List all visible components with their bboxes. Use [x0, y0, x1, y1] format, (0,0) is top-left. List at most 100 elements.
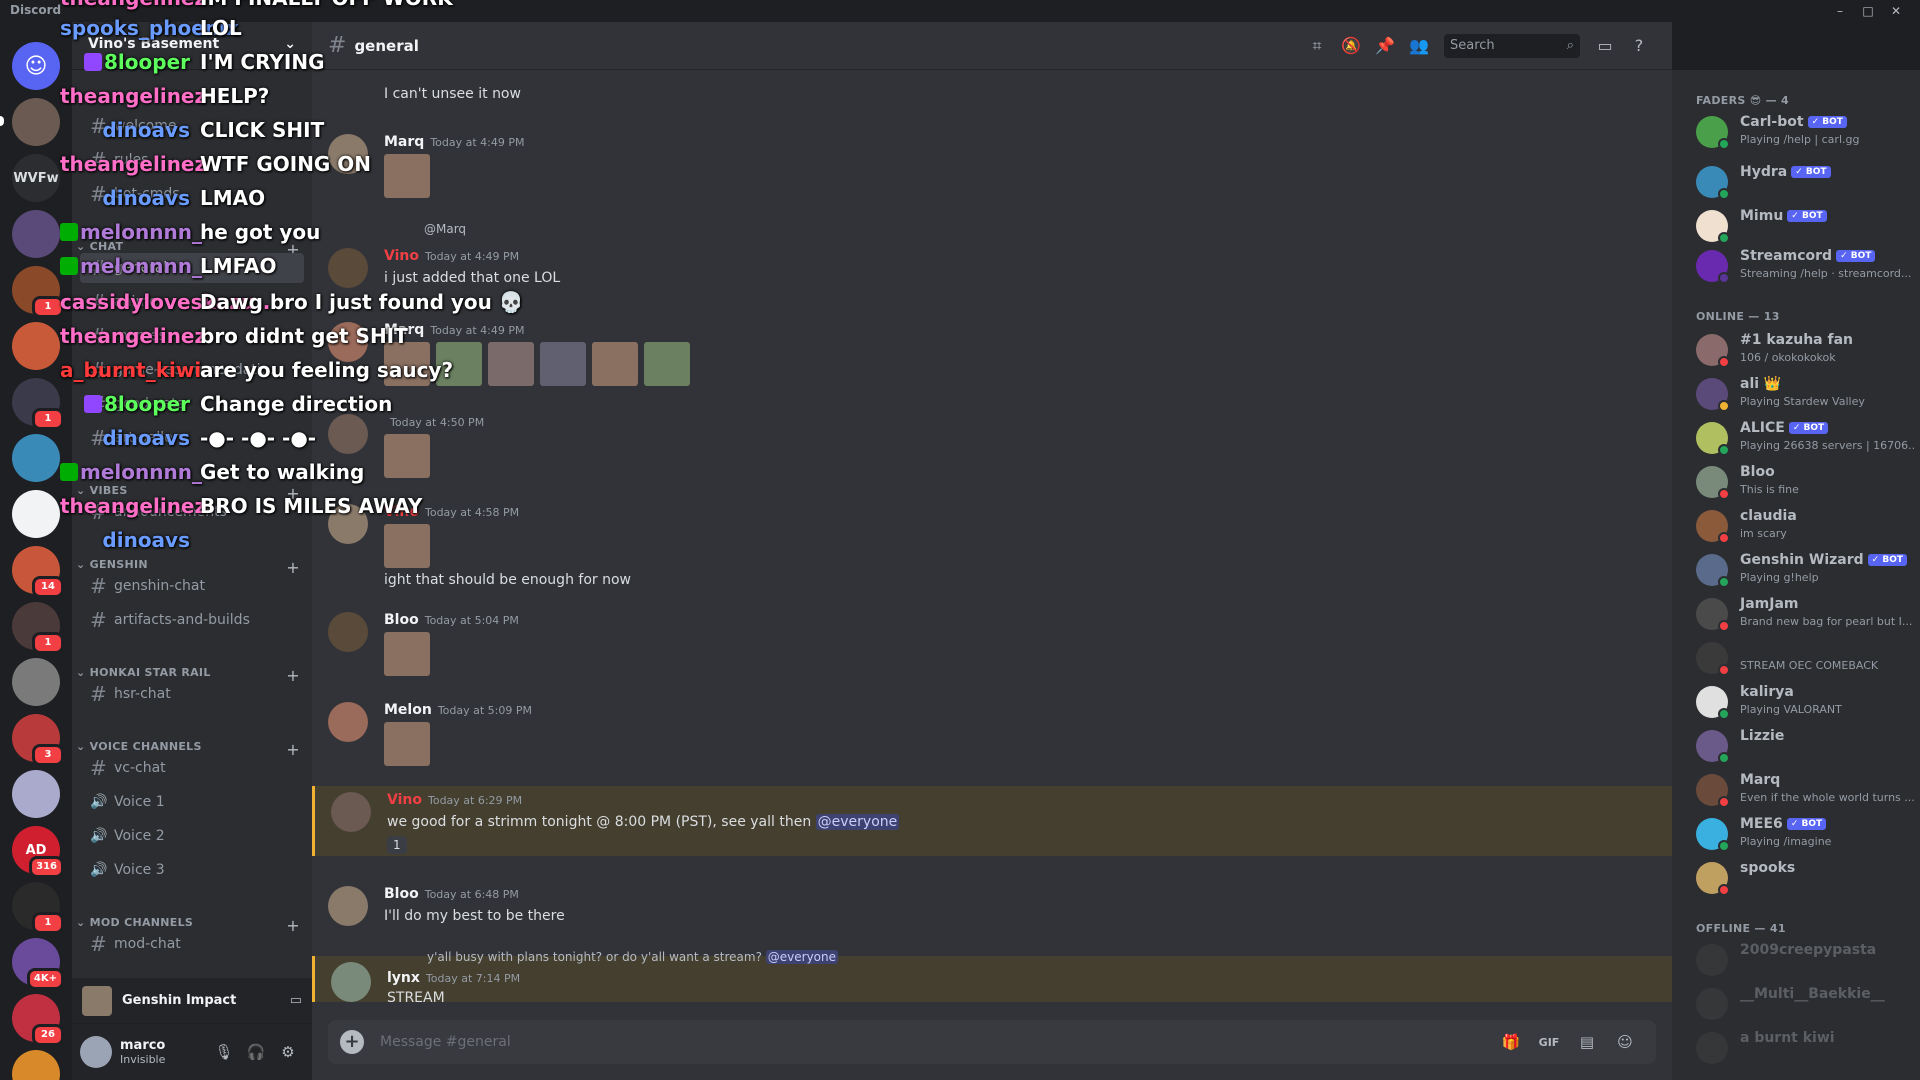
headphones-icon[interactable]: 🎧 — [240, 1043, 272, 1061]
minimize-icon[interactable]: – — [1826, 0, 1854, 22]
avatar[interactable] — [331, 962, 371, 1002]
server-icon[interactable] — [12, 210, 60, 258]
member-section-header: FADERS 😎 — 4 — [1696, 94, 1790, 107]
close-icon[interactable]: ✕ — [1882, 0, 1910, 22]
author-name[interactable]: lynx — [387, 970, 420, 986]
overlay-username-text: theangelinez — [60, 0, 206, 10]
server-icon[interactable] — [12, 658, 60, 706]
server-icon[interactable]: 26 — [12, 994, 64, 1046]
member-name-text: kalirya — [1740, 684, 1794, 700]
avatar[interactable] — [331, 792, 371, 832]
reply-text: y'all busy with plans tonight? or do y'a… — [427, 950, 766, 964]
avatar[interactable] — [328, 702, 368, 742]
channel-hsr-chat[interactable]: # hsr-chat — [80, 679, 304, 709]
image-attachment[interactable] — [644, 342, 690, 386]
gear-icon[interactable]: ⚙ — [272, 1043, 304, 1061]
member-item[interactable]: MEE6 ✓ BOT Playing /imagine — [1696, 814, 1916, 856]
screen-share-icon[interactable]: ▭ — [290, 993, 302, 1008]
gif-icon[interactable]: GIF — [1530, 1036, 1568, 1049]
channel-voice-2[interactable]: 🔊 Voice 2 — [80, 821, 304, 851]
member-item[interactable]: Marq Even if the whole world turns ... — [1696, 770, 1916, 812]
avatar[interactable] — [328, 612, 368, 652]
server-icon[interactable] — [12, 322, 60, 370]
channel-voice-3[interactable]: 🔊 Voice 3 — [80, 855, 304, 885]
status-indicator — [1718, 532, 1730, 544]
chat-message: Vino Today at 4:58 PM — [312, 498, 1672, 568]
member-item[interactable]: __Multi__Baekkie__ — [1696, 984, 1916, 1026]
image-attachment[interactable] — [540, 342, 586, 386]
member-item[interactable]: STREAM OEC COMEBACK — [1696, 638, 1916, 680]
everyone-mention[interactable]: @everyone — [815, 814, 900, 830]
reaction-pill[interactable]: 1 — [387, 836, 407, 854]
channel-genshin-chat[interactable]: # genshin-chat — [80, 571, 304, 601]
channel-name: Voice 3 — [114, 862, 165, 878]
member-item[interactable]: 2009creepypasta — [1696, 940, 1916, 982]
bot-tag: ✓ BOT — [1836, 250, 1876, 262]
message-composer[interactable]: + Message #general 🎁 GIF ▤ ☺ — [328, 1020, 1656, 1064]
server-icon[interactable] — [0, 98, 60, 146]
member-item[interactable]: #1 kazuha fan 106 / okokokokok — [1696, 330, 1916, 372]
member-item[interactable]: ALICE ✓ BOT Playing 26638 servers | 16706.… — [1696, 418, 1916, 460]
member-item[interactable]: ali 👑 Playing Stardew Valley — [1696, 374, 1916, 416]
author-name[interactable]: Vino — [387, 792, 422, 808]
user-badge-icon — [60, 463, 78, 481]
server-icon[interactable] — [12, 490, 60, 538]
image-attachment[interactable] — [384, 722, 430, 766]
reply-preview[interactable]: @Marq — [424, 222, 466, 236]
gift-icon[interactable]: 🎁 — [1492, 1033, 1530, 1051]
sticker-icon[interactable]: ▤ — [1568, 1033, 1606, 1051]
channel-voice-1[interactable]: 🔊 Voice 1 — [80, 787, 304, 817]
channel-name: genshin-chat — [114, 578, 205, 594]
server-icon[interactable]: 1 — [12, 378, 64, 430]
member-item[interactable]: Hydra ✓ BOT — [1696, 162, 1916, 204]
timestamp: Today at 4:49 PM — [430, 136, 525, 149]
member-item[interactable]: Streamcord ✓ BOT Streaming /help · streamc… — [1696, 246, 1916, 288]
author-name[interactable]: Melon — [384, 702, 432, 718]
member-item[interactable]: Genshin Wizard ✓ BOT Playing g!help — [1696, 550, 1916, 592]
channel-vc-chat[interactable]: # vc-chat — [80, 753, 304, 783]
member-item[interactable]: kalirya Playing VALORANT — [1696, 682, 1916, 724]
member-item[interactable]: Bloo This is fine — [1696, 462, 1916, 504]
server-icon[interactable]: 14 — [12, 546, 64, 598]
server-icon[interactable]: 1 — [12, 266, 64, 318]
emoji-icon[interactable]: ☺ — [1606, 1033, 1644, 1051]
timestamp: Today at 5:04 PM — [424, 614, 519, 627]
member-item[interactable]: a burnt kiwi — [1696, 1028, 1916, 1070]
member-item[interactable]: Carl-bot ✓ BOT Playing /help | carl.gg — [1696, 112, 1916, 154]
server-icon[interactable]: ☺ — [12, 42, 60, 90]
member-item[interactable]: Mimu ✓ BOT — [1696, 206, 1916, 248]
overlay-username: theangelinez — [60, 324, 206, 348]
server-icon[interactable]: 3 — [12, 714, 64, 766]
member-item[interactable]: claudia im scary — [1696, 506, 1916, 548]
server-icon[interactable] — [12, 434, 60, 482]
image-attachment[interactable] — [488, 342, 534, 386]
server-icon[interactable] — [12, 1050, 60, 1080]
server-icon[interactable]: 4K+ — [12, 938, 64, 990]
image-attachment[interactable] — [592, 342, 638, 386]
channel-artifacts-and-builds[interactable]: # artifacts-and-builds — [80, 605, 304, 635]
everyone-mention[interactable]: @everyone — [765, 950, 839, 964]
channel-mod-chat[interactable]: # mod-chat — [80, 929, 304, 959]
overlay-message: CLICK SHIT — [200, 118, 325, 142]
server-icon[interactable]: 1 — [12, 602, 64, 654]
server-icon[interactable] — [12, 770, 60, 818]
avatar[interactable] — [80, 1036, 112, 1068]
author-name[interactable]: Bloo — [384, 886, 419, 902]
bot-tag: ✓ BOT — [1788, 422, 1829, 434]
member-item[interactable]: JamJam Brand new bag for pearl but I... — [1696, 594, 1916, 636]
member-item[interactable]: spooks — [1696, 858, 1916, 900]
avatar[interactable] — [328, 886, 368, 926]
upload-plus-icon[interactable]: + — [340, 1030, 364, 1054]
overlay-chat-line: dinoavs CLICK SHIT — [60, 118, 324, 152]
server-icon[interactable]: WVFw — [12, 154, 60, 202]
message-text: we good for a strimm tonight @ 8:00 PM (… — [387, 814, 900, 830]
microphone-icon[interactable]: 🎙 — [208, 1043, 240, 1061]
composer-placeholder[interactable]: Message #general — [380, 1034, 1492, 1050]
member-item[interactable]: Lizzie — [1696, 726, 1916, 768]
reply-preview[interactable]: y'all busy with plans tonight? or do y'a… — [427, 950, 839, 964]
author-name[interactable]: Bloo — [384, 612, 419, 628]
maximize-icon[interactable]: □ — [1854, 0, 1882, 22]
server-icon[interactable]: 1 — [12, 882, 64, 934]
image-attachment[interactable] — [384, 632, 430, 676]
server-icon[interactable]: AD 316 — [12, 826, 64, 878]
